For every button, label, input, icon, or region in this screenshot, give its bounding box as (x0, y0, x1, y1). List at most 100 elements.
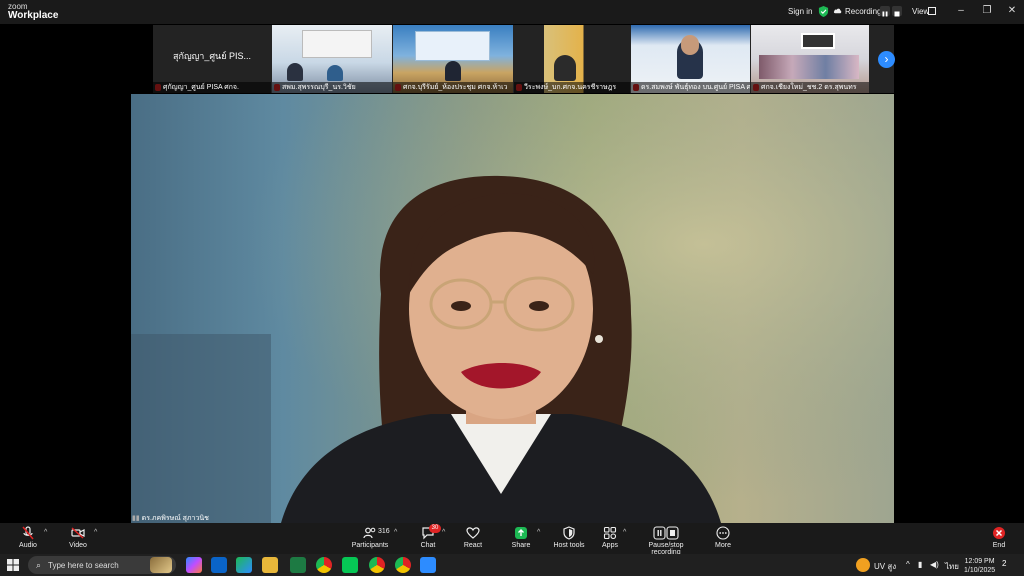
thumbnail-name: ดร.สมพงษ์ พันธุ์ทอง บน.ศูนย์ PISA ศก... (631, 82, 750, 93)
close-button[interactable]: ✕ (1005, 4, 1019, 18)
audio-options-caret[interactable]: ^ (44, 529, 47, 536)
shield-icon (563, 526, 575, 540)
signal-icon: ▮▮ (132, 515, 140, 522)
speaker-figure (131, 94, 894, 523)
meeting-toolbar: Audio ^ Video ^ Participants 316 ^ Chat … (0, 523, 1024, 556)
video-button[interactable]: Video (65, 526, 91, 549)
apps-button[interactable]: Apps (598, 526, 622, 549)
more-button[interactable]: More (711, 526, 735, 549)
audio-label: Audio (19, 542, 37, 549)
notification-icon[interactable]: 2 (1002, 559, 1006, 568)
audience-group (759, 55, 859, 79)
thumbnail-center-name: สุกัญญา_ศูนย์ PIS... (173, 51, 251, 61)
react-label: React (463, 542, 483, 549)
shield-icon[interactable] (818, 6, 829, 17)
video-label: Video (69, 542, 87, 549)
chrome-icon[interactable] (395, 557, 411, 573)
file-explorer-icon[interactable] (262, 557, 278, 573)
stop-recording-button[interactable] (892, 6, 902, 17)
stop-icon (894, 11, 900, 17)
chrome-icon[interactable] (316, 557, 332, 573)
search-placeholder: Type here to search (48, 561, 119, 570)
chat-options-caret[interactable]: ^ (442, 529, 445, 536)
banner-sign (302, 30, 372, 58)
person-silhouette (445, 61, 461, 81)
pause-stop-recording-button[interactable]: Pause/stop recording (634, 526, 698, 556)
end-meeting-button[interactable]: End (988, 526, 1010, 549)
cloud-recording-icon (833, 8, 842, 14)
share-options-caret[interactable]: ^ (537, 529, 540, 536)
notification-count: 2 (1002, 559, 1007, 568)
clock[interactable]: 12:09 PM 1/10/2025 (964, 557, 995, 575)
taskbar-search-box[interactable]: ⌕ Type here to search (28, 556, 176, 574)
sign-in-link[interactable]: Sign in (788, 7, 812, 16)
excel-icon[interactable] (290, 557, 306, 573)
active-speaker-video (131, 94, 894, 523)
screen-display (801, 33, 835, 49)
participant-thumbnail-strip: สุกัญญา_ศูนย์ PIS... ศุกัญญา_ศูนย์ PISA … (153, 25, 894, 93)
volume-icon[interactable]: ◀) (930, 560, 939, 569)
participant-thumbnail[interactable]: ศกจ.เชียงใหม่_ชช.2 ดร.สุพนทร (751, 25, 869, 93)
grid-view-icon[interactable] (928, 7, 936, 15)
video-options-caret[interactable]: ^ (94, 529, 97, 536)
chevron-right-icon: › (884, 52, 889, 66)
share-label: Share (511, 542, 531, 549)
windows-start-icon[interactable] (7, 559, 19, 571)
apps-options-caret[interactable]: ^ (623, 529, 626, 536)
minimize-button[interactable]: – (954, 4, 968, 18)
windows-taskbar: ⌕ Type here to search UV สูง ^ ▮ ◀) ไทย … (0, 554, 1024, 576)
input-language[interactable]: ไทย (945, 560, 959, 573)
outlook-icon[interactable] (211, 557, 227, 573)
title-bar: zoom Workplace Sign in Recording... View… (0, 0, 1024, 24)
edge-icon[interactable] (236, 557, 252, 573)
restore-button[interactable]: ❐ (980, 4, 994, 18)
person-silhouette (554, 55, 576, 81)
heart-icon (466, 527, 480, 539)
thumbnail-name: ศกจ.บุรีรัมย์_ห้องประชุม ศกจ.ห้าเว (393, 82, 513, 93)
host-tools-button[interactable]: Host tools (552, 526, 586, 549)
search-icon: ⌕ (36, 560, 42, 570)
participant-thumbnail[interactable]: ศกจ.บุรีรัมย์_ห้องประชุม ศกจ.ห้าเว (393, 25, 513, 93)
thumbnail-name: ศกจ.เชียงใหม่_ชช.2 ดร.สุพนทร (751, 82, 869, 93)
chat-label: Chat (420, 542, 436, 549)
person-silhouette (287, 63, 303, 81)
participants-options-caret[interactable]: ^ (394, 529, 397, 536)
participant-thumbnail[interactable]: วีระพงษ์_บก.ศกจ.นครชีราษฎร (514, 25, 630, 93)
more-icon (716, 526, 730, 540)
end-label: End (992, 542, 1006, 549)
banner-sign (415, 31, 490, 61)
pause-recording-button[interactable] (880, 6, 890, 17)
participant-thumbnail[interactable]: ดร.สมพงษ์ พันธุ์ทอง บน.ศูนย์ PISA ศก... (631, 25, 750, 93)
logo-workplace: Workplace (8, 10, 59, 21)
host-tools-label: Host tools (553, 542, 585, 549)
zoom-logo: zoom Workplace (8, 3, 58, 21)
clock-date: 1/10/2025 (964, 567, 996, 574)
participants-icon (363, 527, 376, 539)
zoom-taskbar-icon[interactable] (420, 557, 436, 573)
apps-icon (603, 526, 617, 540)
video-off-icon (71, 527, 85, 539)
search-highlight-icon (150, 557, 172, 573)
next-page-button[interactable]: › (878, 51, 895, 68)
participant-thumbnail[interactable]: สพม.สุพรรณบุรี_นร.วิชัย (272, 25, 392, 93)
more-label: More (715, 542, 731, 549)
thumbnail-name: วีระพงษ์_บก.ศกจ.นครชีราษฎร (514, 82, 630, 93)
copilot-icon[interactable] (186, 557, 202, 573)
thumbnail-name: สพม.สุพรรณบุรี_นร.วิชัย (272, 82, 392, 93)
network-icon[interactable]: ▮ (918, 560, 922, 569)
participant-thumbnail[interactable]: สุกัญญา_ศูนย์ PIS... ศุกัญญา_ศูนย์ PISA … (153, 25, 271, 93)
weather-icon (856, 558, 870, 572)
person-silhouette (327, 65, 343, 81)
audio-button[interactable]: Audio (15, 526, 41, 549)
react-button[interactable]: React (461, 526, 485, 549)
pause-icon (882, 11, 888, 17)
chrome-icon[interactable] (369, 557, 385, 573)
share-button[interactable]: Share (509, 526, 533, 549)
chevron-up-icon[interactable]: ^ (906, 560, 910, 569)
participants-label: Participants (351, 542, 389, 549)
view-button[interactable]: View (912, 7, 929, 16)
participants-count: 316 (378, 528, 390, 535)
main-name-label: ดร.ภคพิรษณ์ สุภาวนิช (141, 515, 209, 522)
line-icon[interactable] (342, 557, 358, 573)
weather-label[interactable]: UV สูง (874, 560, 896, 573)
